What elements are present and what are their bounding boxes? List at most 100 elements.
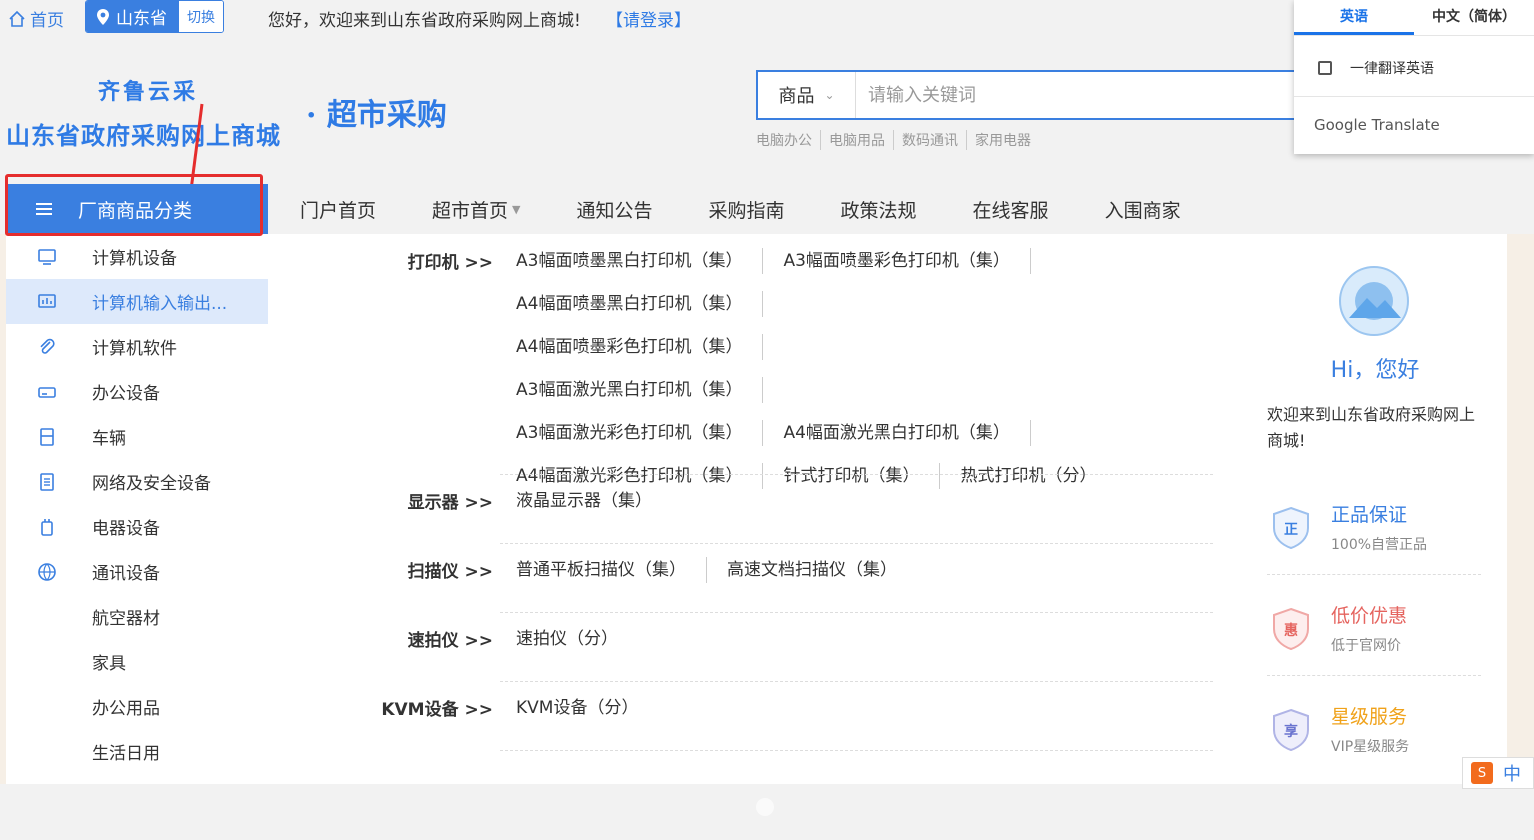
sidebar-item-daily-necessities[interactable]: 生活日用	[6, 729, 268, 774]
logo-main-text[interactable]: 山东省政府采购网上商城	[6, 116, 281, 151]
panel-welcome-text: 欢迎来到山东省政府采购网上商城!	[1267, 405, 1476, 450]
subcategory-link[interactable]: A4幅面激光黑白打印机（集）	[783, 420, 1031, 446]
sidebar-item-communication[interactable]: 通讯设备	[6, 549, 268, 594]
subcategory-link[interactable]: A3幅面喷墨彩色打印机（集）	[783, 248, 1031, 274]
subcategory-link[interactable]: A4幅面喷墨彩色打印机（集）	[516, 334, 764, 360]
always-translate-option[interactable]: 一律翻译英语	[1318, 58, 1434, 78]
subcategory-link[interactable]: 热式打印机（分）	[960, 463, 1116, 489]
appliance-icon	[36, 516, 58, 538]
home-link[interactable]: 首页	[8, 6, 64, 31]
login-link[interactable]: 【请登录】	[606, 6, 691, 31]
nav-item-merchants[interactable]: 入围商家	[1105, 196, 1181, 223]
group-divider	[500, 612, 1213, 613]
group-divider	[500, 474, 1213, 475]
subcategory-link[interactable]: A3幅面激光彩色打印机（集）	[516, 420, 764, 446]
group-kvm: KVM设备 >> KVM设备（分）	[268, 695, 1213, 755]
sidebar-item-computer-io[interactable]: 计算机输入输出...	[6, 279, 268, 324]
checkbox[interactable]	[1318, 61, 1332, 75]
paperclip-icon	[36, 336, 58, 358]
group-scanners: 扫描仪 >> 普通平板扫描仪（集） 高速文档扫描仪（集）	[268, 557, 1213, 617]
subcategory-link[interactable]: A4幅面激光彩色打印机（集）	[516, 463, 764, 489]
tab-chinese[interactable]: 中文（简体）	[1414, 0, 1534, 35]
location-pin-icon	[97, 8, 109, 25]
sidebar-item-office-supplies[interactable]: 办公用品	[6, 684, 268, 729]
sidebar-item-label: 生活日用	[92, 744, 160, 764]
dropdown-caret-icon: ▼	[512, 202, 521, 216]
carousel-dot[interactable]	[756, 798, 774, 816]
sidebar-item-electrical[interactable]: 电器设备	[6, 504, 268, 549]
home-label: 首页	[30, 11, 64, 31]
search-bar: 商品 ⌄	[756, 70, 1316, 120]
feature-vip-service: 享 星级服务 VIP星级服务	[1267, 672, 1481, 772]
feature-subtitle: 100%自营正品	[1331, 537, 1428, 553]
group-monitors: 显示器 >> 液晶显示器（集）	[268, 488, 1213, 548]
subcategory-link[interactable]: 普通平板扫描仪（集）	[516, 557, 707, 583]
feature-title: 星级服务	[1331, 706, 1408, 728]
search-category-select[interactable]: 商品 ⌄	[758, 72, 856, 118]
group-title[interactable]: KVM设备 >>	[381, 695, 493, 720]
sidebar-item-office-equipment[interactable]: 办公设备	[6, 369, 268, 414]
hot-keywords: 电脑办公 电脑用品 数码通讯 家用电器	[756, 130, 1039, 150]
subcategory-link[interactable]: A3幅面喷墨黑白打印机（集）	[516, 248, 764, 274]
hotword-link[interactable]: 数码通讯	[893, 130, 966, 150]
subcategory-link[interactable]: KVM设备（分）	[516, 695, 658, 721]
nav-item-online-service[interactable]: 在线客服	[973, 196, 1049, 223]
shield-icon: 惠	[1271, 607, 1311, 651]
nav-item-notices[interactable]: 通知公告	[577, 196, 653, 223]
hotword-link[interactable]: 电脑办公	[756, 130, 820, 150]
sidebar-item-label: 电器设备	[92, 519, 160, 539]
nav-item-policy[interactable]: 政策法规	[841, 196, 917, 223]
group-links: 普通平板扫描仪（集） 高速文档扫描仪（集）	[516, 557, 1216, 600]
category-menu-label: 厂商商品分类	[78, 199, 193, 222]
sidebar-item-furniture[interactable]: 家具	[6, 639, 268, 684]
sidebar-item-label: 家具	[92, 654, 126, 674]
subcategory-link[interactable]: A3幅面激光黑白打印机（集）	[516, 377, 764, 403]
sidebar-item-label: 通讯设备	[92, 564, 160, 584]
ime-mode-label: 中	[1503, 764, 1521, 785]
group-title[interactable]: 打印机 >>	[408, 248, 493, 273]
group-title[interactable]: 显示器 >>	[408, 488, 493, 513]
divider	[1294, 96, 1534, 97]
group-title[interactable]: 速拍仪 >>	[408, 626, 493, 651]
nav-item-guide[interactable]: 采购指南	[709, 196, 785, 223]
subcategory-link[interactable]: 针式打印机（集）	[783, 463, 941, 489]
province-button[interactable]: 山东省	[86, 1, 179, 32]
search-input[interactable]	[856, 72, 1314, 118]
feature-subtitle: VIP星级服务	[1331, 739, 1410, 755]
mountain-icon	[1349, 298, 1401, 318]
list-icon	[36, 203, 52, 215]
subcategory-link[interactable]: 高速文档扫描仪（集）	[727, 557, 917, 583]
subcategory-link[interactable]: 速拍仪（分）	[516, 626, 638, 652]
chart-screen-icon	[36, 291, 58, 313]
translate-tabs: 英语 中文（简体）	[1294, 0, 1534, 36]
subcategory-link[interactable]: A4幅面喷墨黑白打印机（集）	[516, 291, 764, 317]
shield-icon: 享	[1271, 708, 1311, 752]
hotword-link[interactable]: 电脑用品	[820, 130, 893, 150]
sidebar-item-aviation[interactable]: 航空器材	[6, 594, 268, 639]
sidebar-item-label: 车辆	[92, 429, 126, 449]
background-strip	[1507, 234, 1534, 784]
hotword-link[interactable]: 家用电器	[966, 130, 1039, 150]
group-title[interactable]: 扫描仪 >>	[408, 557, 493, 582]
sidebar-item-label: 航空器材	[92, 609, 160, 629]
sidebar-item-vehicles[interactable]: 车辆	[6, 414, 268, 459]
category-menu-button[interactable]: 厂商商品分类	[6, 184, 268, 234]
ime-indicator[interactable]: S 中	[1462, 757, 1534, 789]
vehicle-icon	[36, 426, 58, 448]
sidebar-item-computer-equipment[interactable]: 计算机设备	[6, 234, 268, 279]
category-sidebar: 计算机设备 计算机输入输出... 计算机软件 办公设备 车辆 网络及安全设备 电…	[6, 234, 268, 784]
nav-item-market-home[interactable]: 超市首页 ▼	[432, 196, 520, 223]
sogou-icon: S	[1471, 762, 1493, 784]
switch-province-button[interactable]: 切换	[179, 1, 223, 32]
category-flyout: 打印机 >> A3幅面喷墨黑白打印机（集） A3幅面喷墨彩色打印机（集） A4幅…	[268, 234, 1243, 784]
globe-icon	[36, 561, 58, 583]
translate-popup: 英语 中文（简体） 一律翻译英语 Google Translate	[1294, 0, 1534, 154]
sidebar-item-network-security[interactable]: 网络及安全设备	[6, 459, 268, 504]
sidebar-item-software[interactable]: 计算机软件	[6, 324, 268, 369]
nav-item-portal-home[interactable]: 门户首页	[300, 196, 376, 223]
avatar[interactable]	[1339, 266, 1409, 336]
subcategory-link[interactable]: 液晶显示器（集）	[516, 488, 672, 514]
tab-english[interactable]: 英语	[1294, 0, 1414, 35]
feature-subtitle: 低于官网价	[1331, 638, 1401, 654]
greeting: Hi，您好	[1330, 358, 1420, 383]
